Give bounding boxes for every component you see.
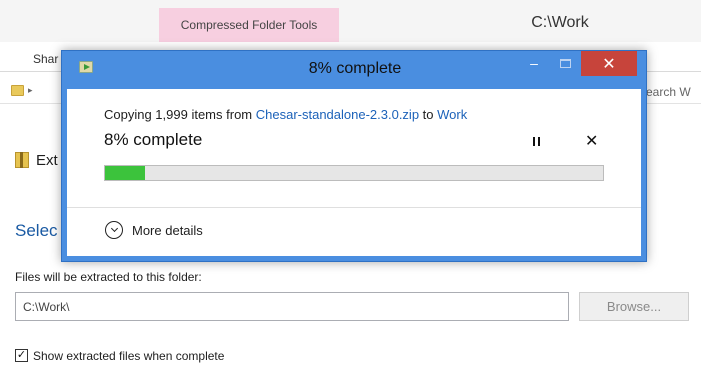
divider [67,207,641,208]
zip-archive-icon [15,152,29,168]
destination-path-input[interactable]: C:\Work\ [15,292,569,321]
compressed-folder-tools-tab[interactable]: Compressed Folder Tools [159,8,339,42]
more-details-button[interactable]: More details [132,223,203,238]
destination-label: Files will be extracted to this folder: [15,270,202,284]
copy-status-to: to [419,107,438,122]
screen: Compressed Folder Tools C:\Work Shar ▸ e… [0,0,701,371]
progress-bar [104,165,604,181]
maximize-icon [559,58,571,68]
source-archive-link[interactable]: Chesar-standalone-2.3.0.zip [256,107,419,122]
cancel-button[interactable]: ✕ [585,131,598,151]
wizard-header: Ext [36,152,58,169]
show-extracted-files-checkbox[interactable]: ✓ [15,349,28,362]
destination-folder-link[interactable]: Work [437,107,467,122]
progress-percent-text: 8% complete [104,130,203,149]
copy-progress-dialog: 8% complete – ✕ Copying 1,999 items from… [61,50,647,262]
folder-icon [11,85,24,96]
copy-status-line: Copying 1,999 items from Chesar-standalo… [104,107,467,122]
copy-status-prefix: Copying 1,999 items from [104,107,256,122]
browse-button[interactable]: Browse... [579,292,689,321]
chevron-right-icon[interactable]: ▸ [28,85,33,96]
dialog-body: Copying 1,999 items from Chesar-standalo… [67,89,641,256]
pause-button[interactable] [529,134,543,148]
progress-fill [105,166,145,180]
pause-icon-bar [537,136,540,146]
minimize-button[interactable]: – [522,53,546,73]
chevron-down-circle-icon[interactable] [105,221,123,239]
pause-icon-bar [532,136,535,146]
tab-share[interactable]: Shar [33,52,58,66]
search-input[interactable]: earch W [641,82,701,102]
wizard-heading: Selec [15,221,58,240]
window-title-path: C:\Work [531,14,589,31]
close-button[interactable]: ✕ [581,51,637,76]
show-extracted-files-label: Show extracted files when complete [33,349,225,363]
maximize-button [553,53,577,73]
